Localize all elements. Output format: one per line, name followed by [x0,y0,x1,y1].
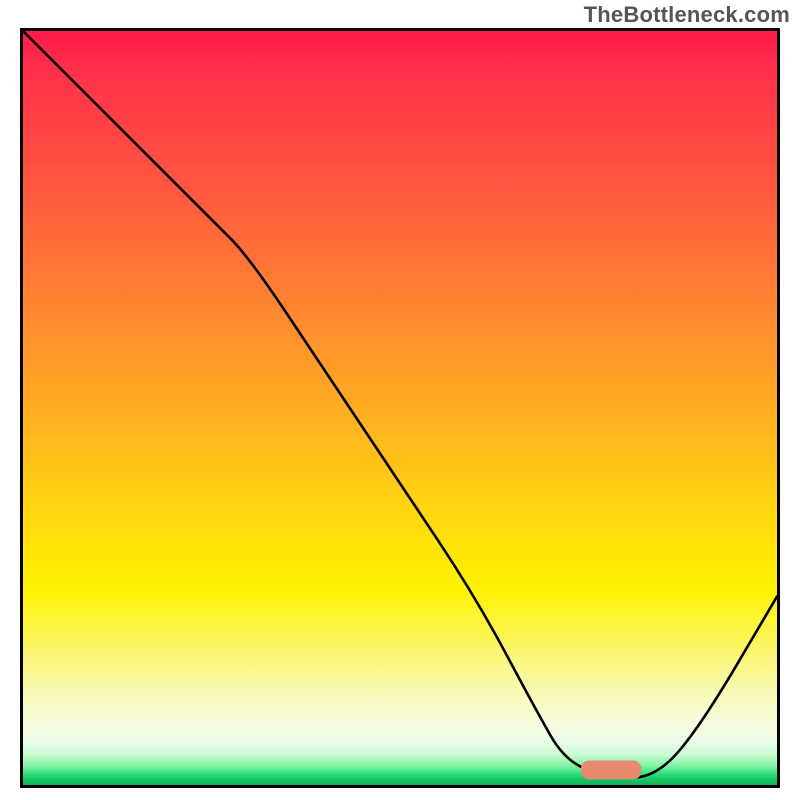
curve-layer [23,31,777,785]
chart-stage: TheBottleneck.com [0,0,800,800]
plot-frame [20,28,780,788]
bottleneck-curve [23,31,777,777]
watermark-text: TheBottleneck.com [584,2,790,28]
optimal-range-marker [581,760,641,779]
plot-area [23,31,777,785]
